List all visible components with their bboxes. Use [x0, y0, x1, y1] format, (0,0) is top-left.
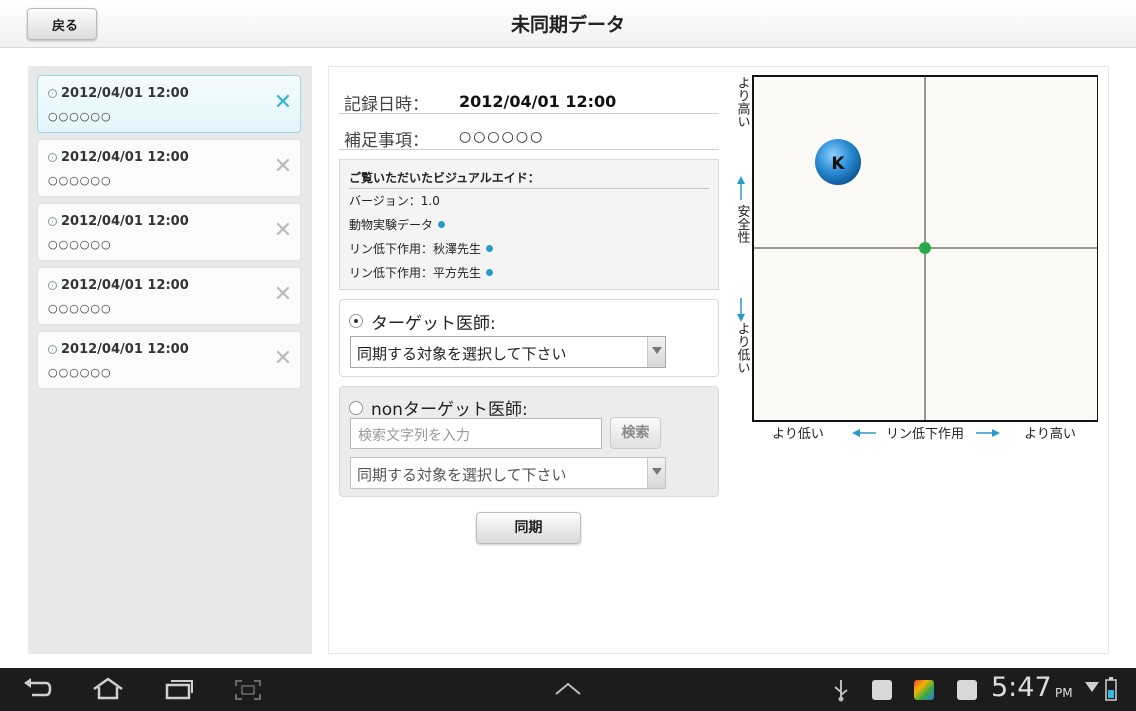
k-marker-label: K	[831, 154, 845, 174]
list-item-date-row: 2012/04/01 12:00	[48, 342, 189, 357]
up-arrow-head-icon	[737, 176, 745, 184]
search-input[interactable]: 検索文字列を入力	[350, 418, 602, 449]
clock-time: 5:47	[991, 672, 1052, 703]
list-item-subtitle: ○○○○○○	[48, 238, 112, 251]
down-arrow-head-icon	[737, 314, 745, 322]
delete-icon[interactable]: ✕	[272, 284, 294, 306]
target-doctor-select-value: 同期する対象を選択して下さい	[357, 345, 567, 363]
list-item-date-row: 2012/04/01 12:00	[48, 214, 189, 229]
list-item-date-row: 2012/04/01 12:00	[48, 150, 189, 165]
list-item-date: 2012/04/01 12:00	[61, 150, 189, 165]
list-item-subtitle: ○○○○○○	[48, 174, 112, 187]
visual-aid-item-text: 動物実験データ	[349, 218, 434, 232]
visual-aid-version: バージョン：1.0	[349, 192, 440, 209]
nontarget-doctor-select-value: 同期する対象を選択して下さい	[357, 466, 567, 484]
back-icon[interactable]	[22, 677, 52, 701]
app-notification-icon	[914, 680, 934, 700]
clock-icon	[48, 89, 57, 98]
list-item-date: 2012/04/01 12:00	[61, 342, 189, 357]
y-axis-top-label: より高い	[735, 76, 751, 128]
list-item-subtitle: ○○○○○○	[48, 302, 112, 315]
sync-button[interactable]: 同期	[476, 512, 581, 544]
clock-ampm: PM	[1055, 686, 1073, 700]
list-item-date: 2012/04/01 12:00	[61, 214, 189, 229]
page-title: 未同期データ	[510, 14, 625, 36]
clock-icon	[48, 153, 57, 162]
target-doctor-select[interactable]: 同期する対象を選択して下さい	[350, 336, 666, 368]
list-item-subtitle: ○○○○○○	[48, 366, 112, 379]
chevron-up-icon[interactable]	[554, 681, 582, 697]
y-axis-bottom-label: より低い	[735, 322, 751, 374]
gallery-icon	[957, 680, 977, 700]
y-axis-mid-label: 安全性	[735, 205, 751, 244]
visual-aid-item-text: リン低下作用：平方先生	[349, 266, 482, 280]
bullet-dot-icon	[486, 269, 494, 276]
record-datetime-label: 記録日時：	[344, 95, 429, 115]
visual-aid-item: 動物実験データ	[349, 216, 446, 233]
target-doctor-group: ターゲット医師: 同期する対象を選択して下さい	[339, 299, 719, 377]
list-item-date: 2012/04/01 12:00	[61, 278, 189, 293]
visual-aid-version-text: バージョン：1.0	[349, 194, 440, 208]
system-navigation-bar: 5:47 PM	[0, 668, 1136, 711]
target-doctor-radio[interactable]	[349, 314, 363, 328]
note-label: 補足事項：	[344, 131, 429, 151]
list-item[interactable]: 2012/04/01 12:00 ○○○○○○ ✕	[37, 331, 301, 389]
chevron-down-icon	[647, 337, 665, 367]
left-arrow-head-icon	[852, 429, 860, 437]
clock-icon	[48, 345, 57, 354]
list-item-date-row: 2012/04/01 12:00	[48, 278, 189, 293]
nontarget-doctor-label: nonターゲット医師:	[371, 400, 528, 420]
list-item[interactable]: 2012/04/01 12:00 ○○○○○○ ✕	[37, 203, 301, 261]
center-dot-icon	[919, 242, 931, 254]
note-row: 補足事項： ○○○○○○	[339, 124, 719, 151]
usb-icon	[834, 680, 848, 702]
list-item-subtitle: ○○○○○○	[48, 110, 112, 123]
right-arrow-head-icon	[992, 429, 1000, 437]
list-item-date-row: 2012/04/01 12:00	[48, 86, 189, 101]
visual-aid-box: ご覧いただいたビジュアルエイド： バージョン：1.0 動物実験データ リン低下作…	[339, 159, 719, 290]
recent-apps-icon[interactable]	[164, 678, 194, 700]
note-value: ○○○○○○	[459, 129, 545, 145]
visual-aid-item: リン低下作用：秋澤先生	[349, 240, 494, 257]
visual-aid-title: ご覧いただいたビジュアルエイド：	[349, 169, 709, 189]
nontarget-doctor-select[interactable]: 同期する対象を選択して下さい	[350, 457, 666, 489]
list-item[interactable]: 2012/04/01 12:00 ○○○○○○ ✕	[37, 267, 301, 325]
positioning-chart: K より高い 安全性 より低い より低い リン低下作用 より高い	[735, 75, 1098, 442]
battery-icon	[1105, 677, 1117, 701]
clock-icon	[48, 217, 57, 226]
list-item[interactable]: 2012/04/01 12:00 ○○○○○○ ✕	[37, 75, 301, 133]
gallery-icon	[872, 680, 892, 700]
delete-icon[interactable]: ✕	[272, 348, 294, 370]
unsynced-list: 2012/04/01 12:00 ○○○○○○ ✕ 2012/04/01 12:…	[28, 66, 312, 654]
screenshot-icon[interactable]	[234, 679, 262, 701]
delete-icon[interactable]: ✕	[272, 92, 294, 114]
visual-aid-item: リン低下作用：平方先生	[349, 264, 494, 281]
target-doctor-label: ターゲット医師:	[371, 314, 496, 334]
list-item-date: 2012/04/01 12:00	[61, 86, 189, 101]
bullet-dot-icon	[486, 245, 494, 252]
visual-aid-item-text: リン低下作用：秋澤先生	[349, 242, 482, 256]
delete-icon[interactable]: ✕	[272, 220, 294, 242]
search-button[interactable]: 検索	[610, 417, 661, 449]
chevron-down-icon	[647, 458, 665, 488]
search-input-placeholder: 検索文字列を入力	[358, 428, 470, 444]
title-bar: 戻る 未同期データ	[0, 0, 1136, 48]
home-icon[interactable]	[91, 677, 125, 701]
x-axis-right-label: より高い	[1024, 426, 1076, 442]
record-datetime-value: 2012/04/01 12:00	[459, 92, 617, 111]
delete-icon[interactable]: ✕	[272, 156, 294, 178]
x-axis-left-label: より低い	[772, 427, 824, 442]
nontarget-doctor-radio[interactable]	[349, 401, 363, 415]
wifi-icon	[1085, 682, 1099, 692]
record-datetime-row: 記録日時： 2012/04/01 12:00	[339, 88, 719, 115]
list-item[interactable]: 2012/04/01 12:00 ○○○○○○ ✕	[37, 139, 301, 197]
bullet-dot-icon	[438, 221, 446, 228]
clock-icon	[48, 281, 57, 290]
x-axis-mid-label: リン低下作用	[886, 427, 964, 442]
